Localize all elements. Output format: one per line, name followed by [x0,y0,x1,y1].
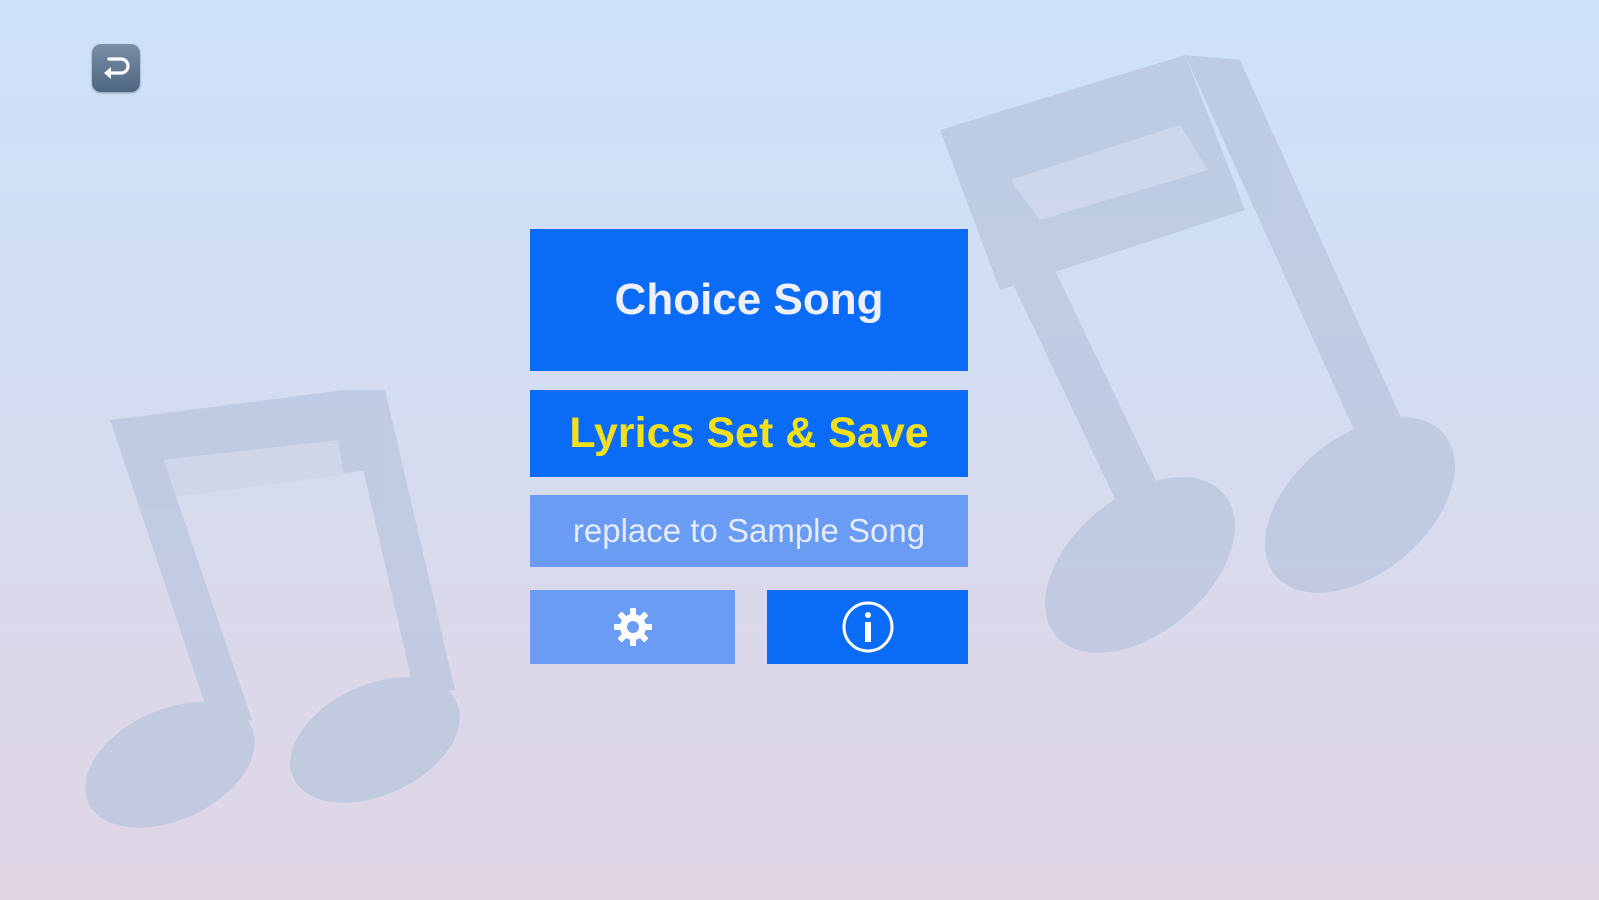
lyrics-set-save-button[interactable]: Lyrics Set & Save [530,390,968,477]
back-button[interactable] [92,44,140,92]
settings-button[interactable] [530,590,735,664]
lyrics-set-save-label: Lyrics Set & Save [569,409,929,457]
return-arrow-icon [104,57,130,79]
info-button[interactable] [767,590,968,664]
replace-sample-song-label: replace to Sample Song [572,512,926,549]
gear-icon [613,608,652,646]
music-note-icon [940,55,1455,653]
info-icon [842,601,893,653]
music-note-icon [85,390,460,828]
replace-sample-song-button[interactable]: replace to Sample Song [530,495,968,567]
choice-song-label: Choice Song [614,275,884,324]
choice-song-button[interactable]: Choice Song [530,229,968,371]
